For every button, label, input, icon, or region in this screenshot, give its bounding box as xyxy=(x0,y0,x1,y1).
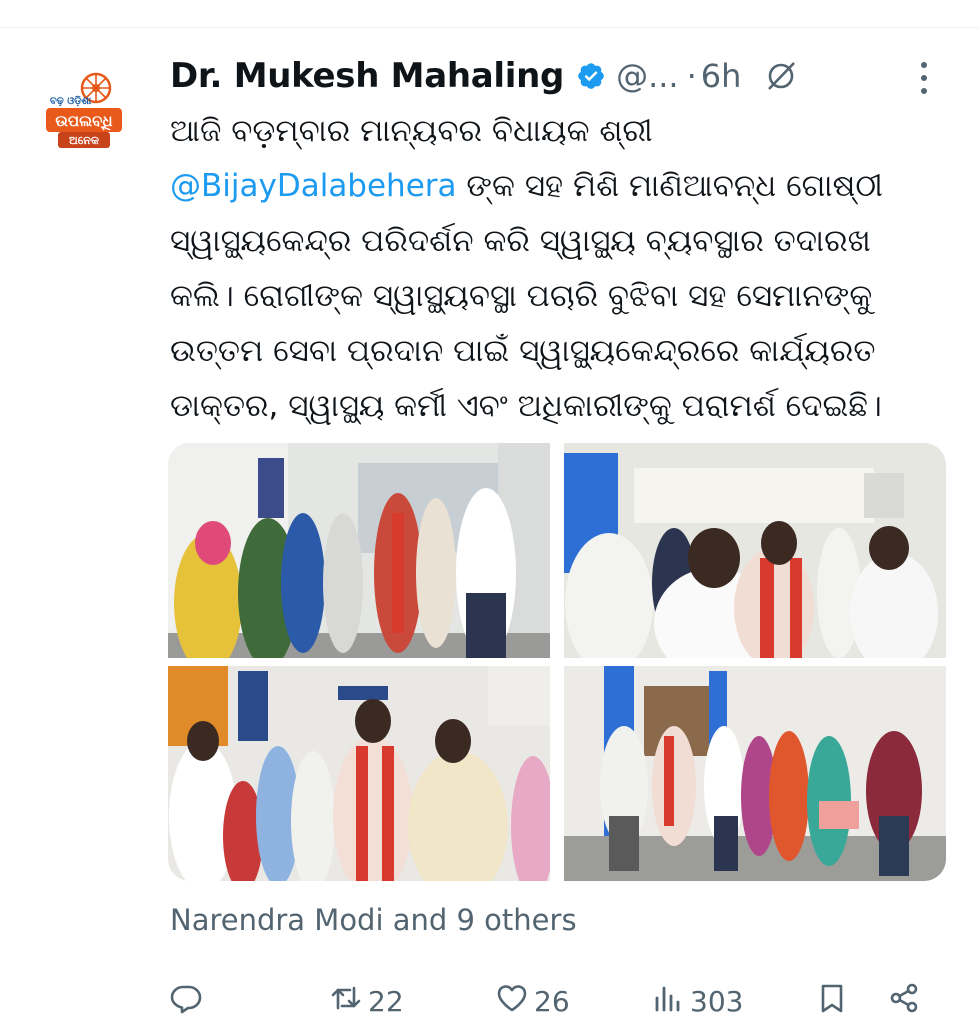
photo-1[interactable] xyxy=(168,443,550,658)
top-divider xyxy=(0,27,979,28)
share-icon xyxy=(888,982,920,1021)
action-bar: 22 26 303 xyxy=(170,978,940,1026)
photo-3[interactable] xyxy=(168,666,550,881)
separator-dot: · xyxy=(686,57,697,95)
tweet-text-rest: ସ୍ୱାସ୍ଥ୍ୟକେନ୍ଦ୍ର ପରିଦର୍ଶନ କରି ସ୍ୱାସ୍ଥ୍ୟ … xyxy=(170,223,882,424)
media-grid xyxy=(168,443,946,881)
like-count: 26 xyxy=(534,984,570,1018)
bookmark-icon xyxy=(816,982,848,1021)
like-button[interactable]: 26 xyxy=(496,978,570,1024)
bookmark-button[interactable] xyxy=(816,978,848,1024)
svg-text:ବଢ଼ ଓଡ଼ିଶା: ବଢ଼ ଓଡ଼ିଶା xyxy=(50,95,92,107)
tweet-text-line1: ଆଜି ବଡ଼ମ୍ବାର ମାନ୍ୟବର ବିଧାୟକ ଶ୍ରୀ xyxy=(170,113,653,149)
svg-text:ଅନେକ: ଅନେକ xyxy=(69,134,99,147)
timestamp[interactable]: 6h xyxy=(701,57,742,95)
verified-badge-icon xyxy=(576,61,606,91)
retweet-button[interactable]: 22 xyxy=(330,978,404,1024)
author-handle[interactable]: @... xyxy=(616,57,679,95)
no-link-icon xyxy=(763,58,799,94)
retweet-count: 22 xyxy=(368,984,404,1018)
liked-by-text[interactable]: Narendra Modi and 9 others xyxy=(170,903,577,937)
photo-2[interactable] xyxy=(564,443,946,658)
views-count: 303 xyxy=(690,984,744,1018)
like-icon xyxy=(496,982,528,1021)
mention-link[interactable]: @BijayDalabehera xyxy=(170,168,457,204)
svg-text:ଉପଲବ୍ଧି: ଉପଲବ୍ଧି xyxy=(55,112,112,131)
views-button[interactable]: 303 xyxy=(652,978,743,1024)
share-button[interactable] xyxy=(888,978,920,1024)
upalabdhi-logo: ବଢ଼ ଓଡ଼ିଶା ଉପଲବ୍ଧି ଅନେକ xyxy=(46,72,122,148)
tweet-text: ଆଜି ବଡ଼ମ୍ବାର ମାନ୍ୟବର ବିଧାୟକ ଶ୍ରୀ @BijayD… xyxy=(170,104,960,434)
reply-icon xyxy=(170,982,202,1021)
views-icon xyxy=(652,982,684,1021)
retweet-icon xyxy=(330,982,362,1021)
more-icon[interactable] xyxy=(912,58,936,98)
tweet-text-line2: ଙ୍କ ସହ ମିଶି ମାଣିଆବନ୍ଧ ଗୋଷ୍ଠୀ xyxy=(456,168,883,204)
photo-4[interactable] xyxy=(564,666,946,881)
tweet-header: Dr. Mukesh Mahaling @... · 6h xyxy=(170,52,950,100)
author-name[interactable]: Dr. Mukesh Mahaling xyxy=(170,56,564,96)
reply-button[interactable] xyxy=(170,978,202,1024)
avatar[interactable]: ବଢ଼ ଓଡ଼ିଶା ଉପଲବ୍ଧି ଅନେକ xyxy=(40,66,128,154)
